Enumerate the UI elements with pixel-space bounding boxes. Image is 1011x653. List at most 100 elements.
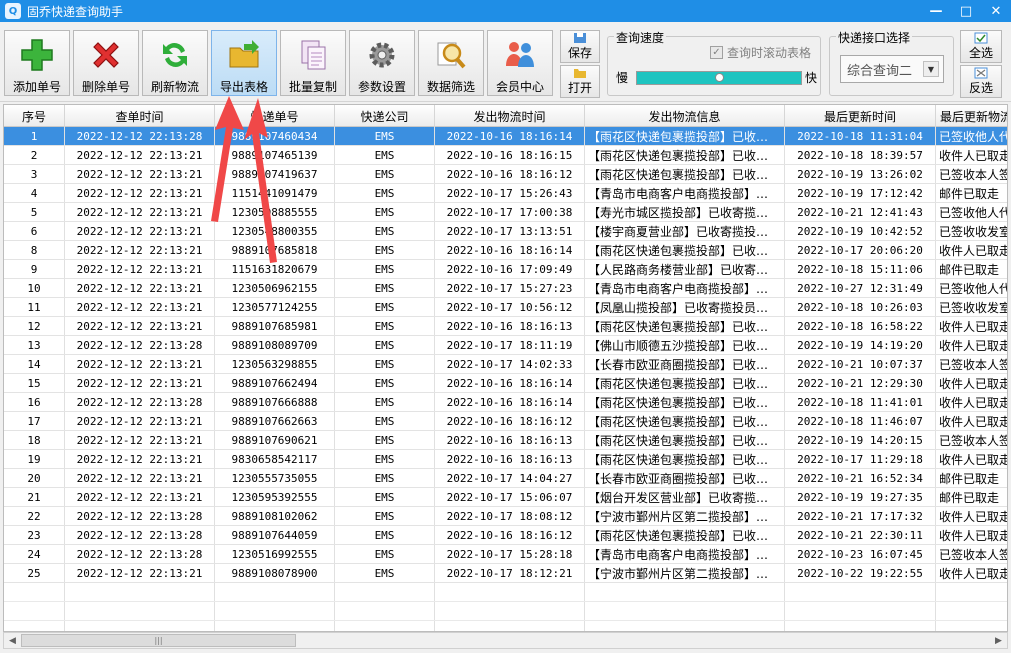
cell-ship-info: 【寿光市城区揽投部】已收寄揽… — [585, 203, 785, 221]
table-row[interactable]: 9 2022-12-12 22:13:21 1151631820679 EMS 2022… — [4, 260, 1007, 279]
empty-cell — [785, 621, 936, 631]
table-row[interactable]: 21 2022-12-12 22:13:21 1230595392555 EMS 202… — [4, 488, 1007, 507]
empty-cell — [585, 621, 785, 631]
table-row[interactable]: 13 2022-12-12 22:13:28 9889108089709 EMS 202… — [4, 336, 1007, 355]
cell-last-update-info: 收件人已取走 — [936, 146, 1007, 164]
close-icon[interactable]: ✕ — [981, 0, 1011, 22]
cell-tracking-number: 9889107666888 — [215, 393, 335, 411]
invert-selection-button[interactable]: 反选 — [960, 65, 1002, 98]
cell-seq-no: 5 — [4, 203, 65, 221]
table-row[interactable]: 25 2022-12-12 22:13:21 9889108078900 EMS 202… — [4, 564, 1007, 583]
table-row[interactable]: 11 2022-12-12 22:13:21 1230577124255 EMS 202… — [4, 298, 1007, 317]
maximize-icon[interactable]: □ — [951, 0, 981, 22]
cell-last-update-info: 已签收他人代 — [936, 127, 1007, 145]
table-row[interactable]: 17 2022-12-12 22:13:21 9889107662663 EMS 202… — [4, 412, 1007, 431]
table-row[interactable]: 23 2022-12-12 22:13:28 9889107644059 EMS 202… — [4, 526, 1007, 545]
cell-query-time: 2022-12-12 22:13:21 — [65, 450, 215, 468]
column-header-ship-time[interactable]: 发出物流时间 — [435, 105, 585, 127]
cell-last-update-info: 收件人已取走 — [936, 393, 1007, 411]
column-header-ship-info[interactable]: 发出物流信息 — [585, 105, 785, 127]
table-row[interactable]: 24 2022-12-12 22:13:28 1230516992555 EMS 202… — [4, 545, 1007, 564]
data-filter-button[interactable]: 数据筛选 — [418, 30, 484, 96]
cell-ship-time: 2022-10-17 10:56:12 — [435, 298, 585, 316]
scroll-right-icon[interactable]: ▶ — [990, 633, 1007, 648]
title-bar: Q 固乔快递查询助手 — □ ✕ — [0, 0, 1011, 22]
speed-slider[interactable] — [636, 71, 802, 85]
cell-courier: EMS — [335, 450, 435, 468]
column-header-last-update-info[interactable]: 最后更新物流 — [936, 105, 1007, 127]
delete-x-icon — [88, 37, 124, 73]
cell-ship-info: 【雨花区快递包裹揽投部】已收… — [585, 431, 785, 449]
speed-slow-label: 慢 — [616, 71, 629, 85]
cell-last-update-time: 2022-10-18 10:26:03 — [785, 298, 936, 316]
open-button[interactable]: 打开 — [560, 65, 600, 98]
plus-icon — [19, 37, 55, 73]
column-header-seq-no[interactable]: 序号 — [4, 105, 65, 127]
table-row[interactable]: 16 2022-12-12 22:13:28 9889107666888 EMS 202… — [4, 393, 1007, 412]
table-row[interactable]: 6 2022-12-12 22:13:21 1230548800355 EMS 2022… — [4, 222, 1007, 241]
select-all-button[interactable]: 全选 — [960, 30, 1002, 63]
add-number-button[interactable]: 添加单号 — [4, 30, 70, 96]
empty-cell — [585, 602, 785, 620]
table-row[interactable]: 8 2022-12-12 22:13:21 9889107685818 EMS 2022… — [4, 241, 1007, 260]
minimize-icon[interactable]: — — [921, 0, 951, 22]
table-row[interactable]: 4 2022-12-12 22:13:21 1151441091479 EMS 2022… — [4, 184, 1007, 203]
table-row[interactable]: 20 2022-12-12 22:13:21 1230555735055 EMS 202… — [4, 469, 1007, 488]
table-row[interactable]: 1 2022-12-12 22:13:28 9889107460434 EMS 2022… — [4, 127, 1007, 146]
cell-courier: EMS — [335, 469, 435, 487]
cell-last-update-time: 2022-10-19 14:20:15 — [785, 431, 936, 449]
cell-seq-no: 25 — [4, 564, 65, 582]
empty-row — [4, 621, 1007, 631]
column-header-tracking-number[interactable]: 快递单号 — [215, 105, 335, 127]
table-row[interactable]: 2 2022-12-12 22:13:21 9889107465139 EMS 2022… — [4, 146, 1007, 165]
copy-icon — [295, 37, 331, 73]
speed-fast-label: 快 — [805, 71, 818, 85]
cell-last-update-info: 邮件已取走 — [936, 260, 1007, 278]
batch-copy-button[interactable]: 批量复制 — [280, 30, 346, 96]
table-row[interactable]: 22 2022-12-12 22:13:28 9889108102062 EMS 202… — [4, 507, 1007, 526]
members-icon — [502, 37, 538, 73]
cell-query-time: 2022-12-12 22:13:28 — [65, 545, 215, 563]
export-table-button[interactable]: 导出表格 — [211, 30, 277, 96]
cell-tracking-number: 9889107685981 — [215, 317, 335, 335]
horizontal-scrollbar[interactable]: ◀ ||| ▶ — [3, 632, 1008, 649]
table-row[interactable]: 3 2022-12-12 22:13:21 9889107419637 EMS 2022… — [4, 165, 1007, 184]
cell-query-time: 2022-12-12 22:13:21 — [65, 298, 215, 316]
table-row[interactable]: 5 2022-12-12 22:13:21 1230508885555 EMS 2022… — [4, 203, 1007, 222]
delete-number-button[interactable]: 删除单号 — [73, 30, 139, 96]
table-row[interactable]: 10 2022-12-12 22:13:21 1230506962155 EMS 202… — [4, 279, 1007, 298]
window-title: 固乔快递查询助手 — [27, 4, 124, 19]
cell-ship-info: 【雨花区快递包裹揽投部】已收… — [585, 450, 785, 468]
cell-courier: EMS — [335, 412, 435, 430]
column-header-last-update-time[interactable]: 最后更新时间 — [785, 105, 936, 127]
column-header-courier[interactable]: 快递公司 — [335, 105, 435, 127]
table-row[interactable]: 12 2022-12-12 22:13:21 9889107685981 EMS 202… — [4, 317, 1007, 336]
refresh-logistics-button[interactable]: 刷新物流 — [142, 30, 208, 96]
cell-last-update-info: 收件人已取走 — [936, 412, 1007, 430]
table-row[interactable]: 19 2022-12-12 22:13:21 9830658542117 EMS 202… — [4, 450, 1007, 469]
cell-ship-time: 2022-10-17 18:11:19 — [435, 336, 585, 354]
save-button[interactable]: 保存 — [560, 30, 600, 63]
magnifier-icon — [433, 37, 469, 73]
table-row[interactable]: 18 2022-12-12 22:13:21 9889107690621 EMS 202… — [4, 431, 1007, 450]
cell-ship-info: 【佛山市顺德五沙揽投部】已收… — [585, 336, 785, 354]
table-row[interactable]: 14 2022-12-12 22:13:21 1230563298855 EMS 202… — [4, 355, 1007, 374]
parameter-settings-button[interactable]: 参数设置 — [349, 30, 415, 96]
cell-courier: EMS — [335, 336, 435, 354]
empty-cell — [335, 602, 435, 620]
cell-last-update-info: 已签收本人签 — [936, 431, 1007, 449]
speed-slider-thumb[interactable] — [714, 73, 724, 82]
table-row[interactable]: 15 2022-12-12 22:13:21 9889107662494 EMS 202… — [4, 374, 1007, 393]
scrollbar-thumb[interactable]: ||| — [21, 634, 296, 647]
scroll-table-checkbox[interactable]: ✓ 查询时滚动表格 — [710, 44, 811, 61]
cell-ship-info: 【雨花区快递包裹揽投部】已收… — [585, 412, 785, 430]
cell-seq-no: 14 — [4, 355, 65, 373]
column-header-query-time[interactable]: 查单时间 — [65, 105, 215, 127]
member-center-button[interactable]: 会员中心 — [487, 30, 553, 96]
cell-last-update-info: 邮件已取走 — [936, 469, 1007, 487]
export-folder-icon — [226, 37, 262, 73]
scroll-left-icon[interactable]: ◀ — [4, 633, 21, 648]
cell-ship-time: 2022-10-16 18:16:12 — [435, 526, 585, 544]
cell-last-update-info: 已签收本人签 — [936, 165, 1007, 183]
api-select-dropdown[interactable]: 综合查询二 ▼ — [840, 55, 944, 83]
